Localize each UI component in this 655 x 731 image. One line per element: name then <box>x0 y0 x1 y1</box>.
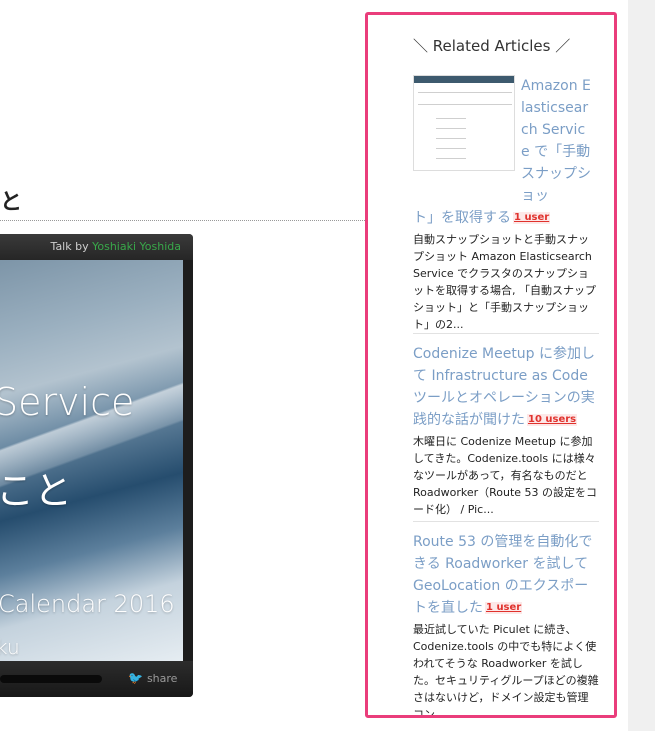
panel-title: ＼ Related Articles ／ <box>413 37 571 55</box>
article-excerpt: 最近試していた Piculet に続き、Codenize.tools の中でも特… <box>413 623 599 718</box>
post-heading-fragment: と <box>0 190 23 215</box>
page-gutter <box>628 0 655 731</box>
article-title-link-cont[interactable]: ト」を取得する <box>413 210 511 226</box>
article-title-link[interactable]: Amazon Elasticsearch Service で「手動スナップショッ <box>521 78 591 204</box>
article-separator <box>413 521 599 522</box>
user-count-badge[interactable]: 1 user <box>485 602 523 614</box>
slide-image[interactable]: Service こと Calendar 2016 ku <box>0 260 183 662</box>
related-article-1: Amazon Elasticsearch Service で「手動スナップショッ… <box>413 75 599 333</box>
related-article-2: Codenize Meetup に参加して Infrastructure as … <box>413 343 599 518</box>
slide-text-line3: Calendar 2016 <box>0 590 175 618</box>
related-article-3: Route 53 の管理を自動化できる Roadworker を試して GeoL… <box>413 531 599 718</box>
article-title-top[interactable]: Amazon Elasticsearch Service で「手動スナップショッ <box>521 75 593 207</box>
user-count-badge[interactable]: 1 user <box>513 212 551 224</box>
slide-text-line2: こと <box>0 469 73 513</box>
article-separator <box>413 333 599 334</box>
slide-embed[interactable]: Talk by Yoshiaki Yoshida Service こと Cale… <box>0 234 193 697</box>
slide-text-line1: Service <box>0 380 135 424</box>
embed-controls: 🐦 share <box>0 661 193 697</box>
talk-by-label: Talk by <box>50 240 89 253</box>
user-count-badge[interactable]: 10 users <box>527 414 578 426</box>
slide-progress-bar[interactable] <box>0 675 102 683</box>
share-button[interactable]: 🐦 share <box>128 671 177 685</box>
embed-header: Talk by Yoshiaki Yoshida <box>0 234 193 260</box>
article-title-bottom: ト」を取得する 1 user <box>413 207 599 229</box>
related-articles-panel: ＼ Related Articles ／ Amazon Elasticsearc… <box>365 12 617 718</box>
author-link[interactable]: Yoshiaki Yoshida <box>92 240 181 253</box>
share-label: share <box>146 672 178 685</box>
article-excerpt: 木曜日に Codenize Meetup に参加してきた。Codenize.to… <box>413 435 598 516</box>
slide-text-line4: ku <box>0 635 20 659</box>
main-column: と Talk by Yoshiaki Yoshida Service こと Ca… <box>0 0 385 731</box>
twitter-bird-icon: 🐦 <box>128 671 143 685</box>
article-excerpt: 自動スナップショットと手動スナップショット Amazon Elasticsear… <box>413 233 596 331</box>
divider <box>0 220 383 221</box>
